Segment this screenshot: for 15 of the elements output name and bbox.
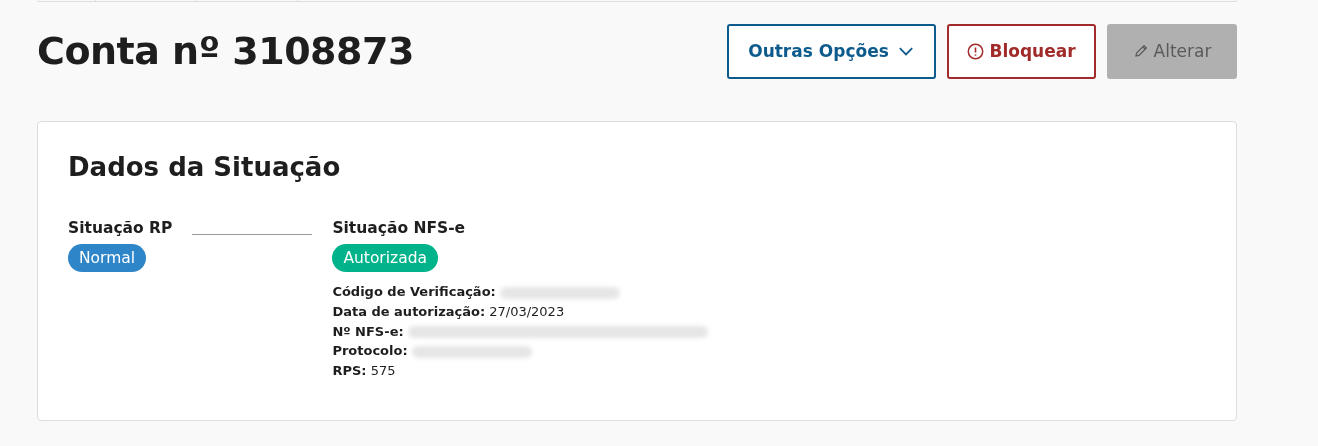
status-label: Situação NFS-e [332,218,467,238]
detail-label: Protocolo: [332,343,408,359]
page-title: Conta nº 3108873 [37,29,414,73]
detail-value: 27/03/2023 [489,303,565,319]
detail-label: Código de Verificação: [332,284,496,299]
status-badge: Normal [68,244,147,272]
card-title: Dados da Situação [68,152,342,182]
detail-label: Nº NFS-e: [332,323,404,339]
detail-label: Data de autorização: [332,303,486,319]
detail-label: RPS: [332,363,367,379]
options-button[interactable]: Outras Opções [727,23,936,79]
status-badge: Autorizada [332,244,438,272]
detail-value: 575 [370,363,396,379]
block-button[interactable]: Bloquear [947,23,1096,79]
status-label: Situação RP [68,218,173,238]
